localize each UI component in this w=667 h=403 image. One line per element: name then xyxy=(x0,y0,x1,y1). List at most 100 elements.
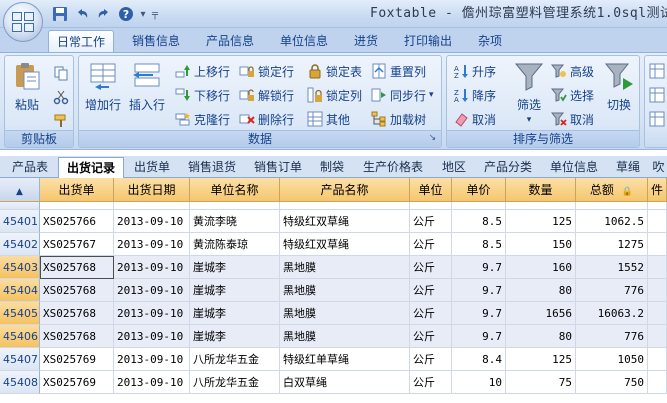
cell-product[interactable]: 特级红单草绳 xyxy=(280,348,410,371)
more-button-1[interactable] xyxy=(649,60,665,82)
cell-unit[interactable]: 公斤 xyxy=(410,325,452,348)
sheet-tab-sales-return[interactable]: 销售退货 xyxy=(180,157,244,178)
cell-total[interactable]: 776 xyxy=(576,325,648,348)
ribbon-tab-purchase[interactable]: 进货 xyxy=(344,30,388,52)
cancel-sort-button[interactable]: 取消 xyxy=(453,108,496,130)
cell-date[interactable]: 2013-09-10 xyxy=(114,325,190,348)
cell-unit[interactable]: 公斤 xyxy=(410,233,452,256)
sheet-tab-blow[interactable]: 吹 xyxy=(650,157,667,178)
more-button-3[interactable] xyxy=(649,108,665,130)
cell-company[interactable]: 八所龙华五金 xyxy=(190,348,280,371)
column-header-pieces[interactable]: 件 xyxy=(648,178,667,202)
cell-pieces[interactable] xyxy=(648,348,667,371)
table-row[interactable]: 45405 XS025768 2013-09-10 崖城李 黑地膜 公斤 9.7… xyxy=(0,302,667,325)
cell-date[interactable]: 2013-09-10 xyxy=(114,371,190,394)
table-row[interactable]: 45402 XS025767 2013-09-10 黄流陈泰琼 特级红双草绳 公… xyxy=(0,233,667,256)
cell-date[interactable]: 2013-09-10 xyxy=(114,233,190,256)
cell-qty[interactable]: 125 xyxy=(506,210,576,233)
chevron-down-icon[interactable]: ▾ xyxy=(138,4,148,24)
row-header[interactable]: 45408 xyxy=(0,371,40,394)
sheet-tab-bag-making[interactable]: 制袋 xyxy=(312,157,352,178)
cell-price[interactable]: 8.5 xyxy=(452,233,506,256)
reset-col-button[interactable]: 重置列 xyxy=(371,60,426,82)
cell-order[interactable]: XS025769 xyxy=(40,348,114,371)
table-row[interactable]: 45404 XS025768 2013-09-10 崖城李 黑地膜 公斤 9.7… xyxy=(0,279,667,302)
copy-button[interactable] xyxy=(53,62,69,84)
cell-company[interactable]: 黄流李晓 xyxy=(190,210,280,233)
cell-price[interactable]: 8.4 xyxy=(452,348,506,371)
cell-product[interactable]: 特级红双草绳 xyxy=(280,233,410,256)
more-button-2[interactable] xyxy=(649,84,665,106)
cell-total[interactable]: 16063.2 xyxy=(576,302,648,325)
cell-company[interactable]: 八所龙华五金 xyxy=(190,371,280,394)
load-tree-button[interactable]: 加载树 xyxy=(371,108,426,130)
other-button[interactable]: 其他 xyxy=(307,108,350,130)
unlock-row-button[interactable]: 解锁行 xyxy=(239,84,294,106)
office-button[interactable] xyxy=(3,2,43,42)
cell-company[interactable]: 崖城李 xyxy=(190,325,280,348)
add-row-button[interactable]: 增加行 xyxy=(83,60,123,126)
sort-asc-button[interactable]: AZ 升序 xyxy=(453,60,496,82)
qat-customize-icon[interactable]: ╤ xyxy=(150,4,160,24)
cell-price[interactable]: 9.7 xyxy=(452,325,506,348)
column-header-company[interactable]: 单位名称 xyxy=(190,178,280,202)
cell-price[interactable]: 9.7 xyxy=(452,279,506,302)
table-row[interactable]: 45401 XS025766 2013-09-10 黄流李晓 特级红双草绳 公斤… xyxy=(0,210,667,233)
column-header-unit[interactable]: 单位 xyxy=(410,178,452,202)
row-header[interactable] xyxy=(0,202,40,210)
clone-row-button[interactable]: 克隆行 xyxy=(175,108,230,130)
save-icon[interactable] xyxy=(50,4,70,24)
cell-total[interactable] xyxy=(576,202,648,210)
cell-price[interactable] xyxy=(452,202,506,210)
insert-row-button[interactable]: 插入行 xyxy=(127,60,167,126)
row-header[interactable]: 45401 xyxy=(0,210,40,233)
cut-button[interactable] xyxy=(53,86,69,108)
cell-product[interactable]: 黑地膜 xyxy=(280,279,410,302)
cell-order[interactable]: XS025768 xyxy=(40,279,114,302)
cell-qty[interactable]: 80 xyxy=(506,279,576,302)
cell-unit[interactable] xyxy=(410,202,452,210)
chevron-down-icon[interactable]: ▾ xyxy=(527,115,532,125)
cell-product[interactable]: 特级红双草绳 xyxy=(280,210,410,233)
cell-unit[interactable]: 公斤 xyxy=(410,256,452,279)
cell-qty[interactable]: 75 xyxy=(506,371,576,394)
ribbon-tab-misc[interactable]: 杂项 xyxy=(468,30,512,52)
cell-total[interactable]: 750 xyxy=(576,371,648,394)
row-header[interactable]: 45407 xyxy=(0,348,40,371)
cell-qty[interactable]: 150 xyxy=(506,233,576,256)
cell-qty[interactable]: 160 xyxy=(506,256,576,279)
cell-date[interactable]: 2013-09-10 xyxy=(114,256,190,279)
cell-order[interactable]: XS025766 xyxy=(40,210,114,233)
cell-product[interactable]: 白双草绳 xyxy=(280,371,410,394)
cell-date[interactable] xyxy=(114,202,190,210)
cell-unit[interactable]: 公斤 xyxy=(410,348,452,371)
cell-order[interactable]: XS025768 xyxy=(40,325,114,348)
sheet-tab-sales-order[interactable]: 销售订单 xyxy=(246,157,310,178)
cell-price[interactable]: 10 xyxy=(452,371,506,394)
cell-unit[interactable]: 公斤 xyxy=(410,371,452,394)
cell-order[interactable]: XS025768 xyxy=(40,302,114,325)
cell-total[interactable]: 1552 xyxy=(576,256,648,279)
sheet-tab-product-category[interactable]: 产品分类 xyxy=(476,157,540,178)
switch-filter-button[interactable]: 切换 xyxy=(601,60,637,126)
sheet-tab-product-table[interactable]: 产品表 xyxy=(4,157,56,178)
table-row[interactable]: 45403 XS025768 2013-09-10 崖城李 黑地膜 公斤 9.7… xyxy=(0,256,667,279)
sort-desc-button[interactable]: ZA 降序 xyxy=(453,84,496,106)
cancel-filter-button[interactable]: 取消 xyxy=(551,108,594,130)
help-icon[interactable]: ? xyxy=(116,4,136,24)
cell-qty[interactable]: 1656 xyxy=(506,302,576,325)
cell-date[interactable]: 2013-09-10 xyxy=(114,279,190,302)
table-row[interactable]: 45407 XS025769 2013-09-10 八所龙华五金 特级红单草绳 … xyxy=(0,348,667,371)
cell-pieces[interactable] xyxy=(648,210,667,233)
cell-product[interactable] xyxy=(280,202,410,210)
grid-corner[interactable]: ▲ xyxy=(0,178,40,202)
undo-icon[interactable] xyxy=(72,4,92,24)
move-down-button[interactable]: 下移行 xyxy=(175,84,230,106)
cell-price[interactable]: 8.5 xyxy=(452,210,506,233)
sheet-tab-unit-info[interactable]: 单位信息 xyxy=(542,157,606,178)
sheet-tab-straw-rope[interactable]: 草绳 xyxy=(608,157,648,178)
cell-unit[interactable]: 公斤 xyxy=(410,302,452,325)
cell-date[interactable]: 2013-09-10 xyxy=(114,348,190,371)
redo-icon[interactable] xyxy=(94,4,114,24)
cell-product[interactable]: 黑地膜 xyxy=(280,302,410,325)
